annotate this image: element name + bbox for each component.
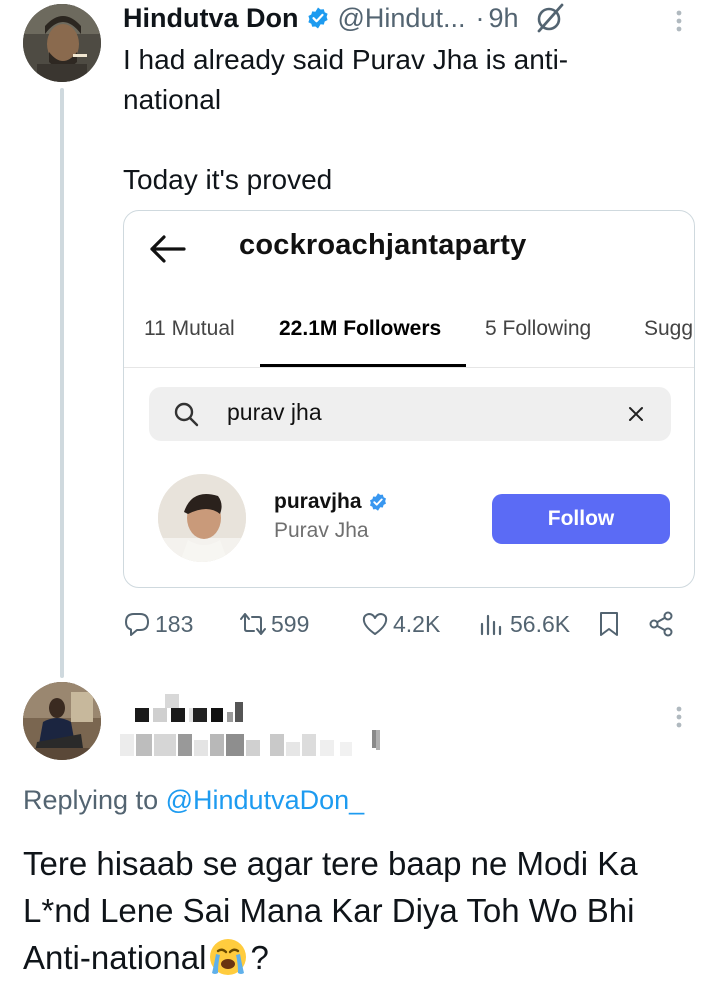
tweet-text-line: national [123,84,222,115]
ig-divider [124,367,694,368]
search-icon [174,402,199,427]
ig-tab-following: 5 Following [485,317,592,340]
reply-avatar-image [23,682,101,760]
main-tweet[interactable]: Hindutva Don @Hindut... · 9h I had alrea… [0,0,719,680]
repost-button[interactable]: 599 [239,606,309,642]
reply-text: Tere hisaab se agar tere baap ne Modi Ka… [23,840,703,981]
share-button[interactable] [647,606,679,642]
author-avatar[interactable] [23,4,101,82]
reply-text-end: ? [250,939,269,976]
reply-icon [125,613,149,636]
author-name[interactable]: Hindutva Don [123,3,299,34]
author-avatar-image [23,4,101,82]
repost-count: 599 [271,610,310,637]
reply-text-line3: Anti-national [23,939,207,976]
ig-tab-mutual: 11 Mutual [144,317,235,340]
pixelated-name [135,694,243,722]
like-button[interactable]: 4.2K [361,606,440,642]
ig-tabs: 11 Mutual 22.1M Followers 5 Following Su… [124,301,694,367]
replying-to: Replying to @HindutvaDon_ [23,785,364,816]
ig-tab-suggested: Sugg [644,317,694,340]
reply-tweet[interactable]: Replying to @HindutvaDon_ Tere hisaab se… [0,680,719,982]
tweet-text-line: I had already said Purav Jha is anti- [123,44,569,75]
views-icon [480,614,502,636]
tweet-header: Hindutva Don @Hindut... · 9h [123,2,567,34]
replying-to-handle-link[interactable]: @HindutvaDon_ [166,785,365,815]
search-value: purav jha [227,399,322,425]
tweet-text: I had already said Purav Jha is anti- na… [123,40,683,200]
grok-icon[interactable] [533,1,567,35]
repost-icon [240,613,266,635]
views-button[interactable]: 56.6K [478,606,570,642]
reply-text-line: L*nd Lene Sai Mana Kar Diya Toh Wo Bhi [23,892,635,929]
result-username-text: puravjha [274,490,362,513]
share-icon [649,611,673,637]
heart-icon [362,613,388,635]
tweet-text-line: Today it's proved [123,164,333,195]
ig-verified-icon [369,493,386,511]
result-username: puravjha [274,490,388,514]
verified-badge-icon [306,6,330,30]
pixelated-handle [120,730,380,756]
reply-text-line: Tere hisaab se agar tere baap ne Modi Ka [23,845,638,882]
tweet-time[interactable]: 9h [488,3,518,34]
ig-tab-followers: 22.1M Followers [279,317,442,340]
bookmark-icon [600,612,618,636]
thread-line [60,88,64,678]
embedded-image[interactable]: cockroachjantaparty 11 Mutual 22.1M Foll… [123,210,695,588]
reply-button[interactable]: 183 [123,606,193,642]
author-handle[interactable]: @Hindut... [338,3,466,34]
like-count: 4.2K [393,610,441,637]
reply-author-avatar[interactable] [23,682,101,760]
result-avatar [158,474,246,562]
close-icon [629,407,643,421]
crying-emoji-icon [208,937,248,977]
header-separator: · [475,2,485,33]
reply-text-line: Anti-national ? [23,934,703,981]
replying-to-label: Replying to [23,785,159,815]
more-options-icon[interactable] [664,6,694,36]
ig-follow-button: Follow [492,494,670,544]
result-fullname: Purav Jha [274,519,369,542]
tweet-actions: 183 599 4.2K 56.6K [123,606,683,642]
more-options-icon[interactable] [664,702,694,732]
reply-count: 183 [155,610,194,637]
back-arrow-icon [148,231,188,267]
ig-profile-username: cockroachjantaparty [239,229,527,261]
ig-search-field: purav jha [149,387,671,441]
bookmark-button[interactable] [595,606,627,642]
views-count: 56.6K [510,610,571,637]
